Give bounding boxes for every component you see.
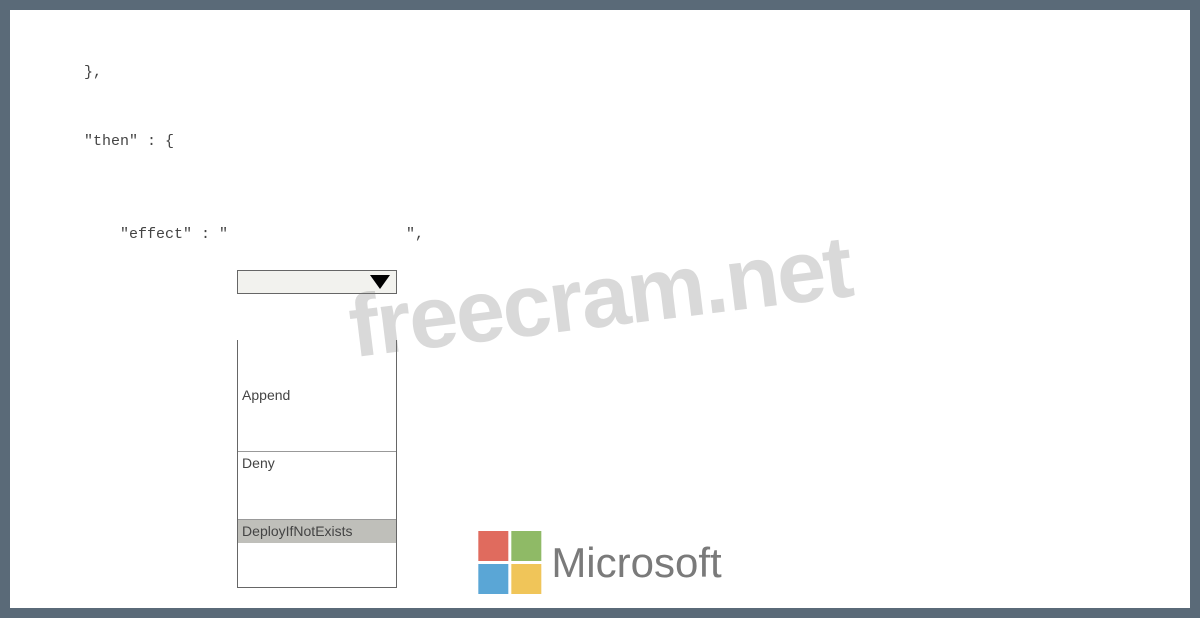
chevron-down-icon xyxy=(370,275,390,289)
code-text: "effect" : " xyxy=(30,223,237,246)
logo-square-green xyxy=(511,531,541,561)
dropdown-option[interactable]: Deny xyxy=(238,451,396,476)
document-frame: }, "then" : { "effect" : " Append Deny D… xyxy=(0,0,1200,618)
dropdown-toggle[interactable] xyxy=(237,270,397,294)
code-block: }, "then" : { "effect" : " Append Deny D… xyxy=(10,10,1190,618)
code-line: "then" : { xyxy=(30,130,1170,153)
microsoft-logo-icon xyxy=(478,531,541,594)
code-line: }, xyxy=(30,61,1170,84)
logo-square-red xyxy=(478,531,508,561)
dropdown-options: Append Deny DeployIfNotExists xyxy=(237,340,397,588)
dropdown-option[interactable]: Append xyxy=(238,384,396,408)
dropdown-option[interactable]: DeployIfNotExists xyxy=(238,519,396,544)
microsoft-logo: Microsoft xyxy=(478,531,721,594)
effect-dropdown[interactable]: Append Deny DeployIfNotExists xyxy=(237,223,397,618)
microsoft-logo-text: Microsoft xyxy=(551,539,721,587)
code-text: ", xyxy=(397,223,424,246)
logo-square-yellow xyxy=(511,564,541,594)
logo-square-blue xyxy=(478,564,508,594)
